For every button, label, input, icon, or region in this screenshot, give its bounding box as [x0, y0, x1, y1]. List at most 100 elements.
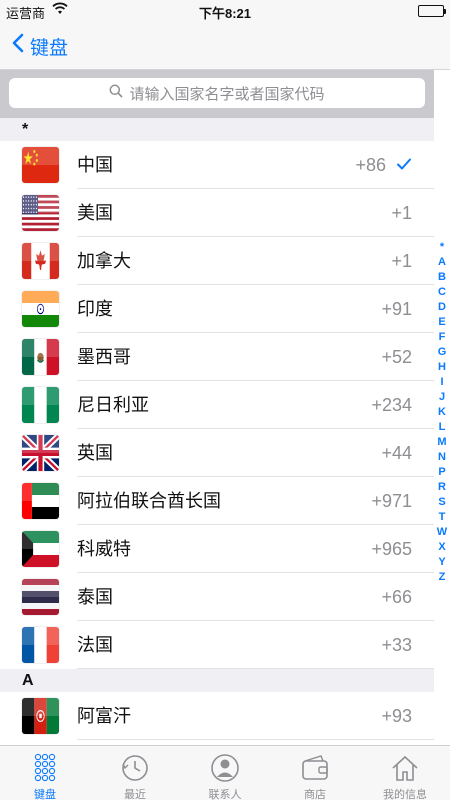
- country-row-uae[interactable]: 阿拉伯联合酋长国 +971: [0, 477, 434, 525]
- search-icon: [109, 84, 124, 102]
- kuwait-flag-icon: [22, 531, 59, 567]
- index-letter[interactable]: K: [438, 405, 446, 420]
- country-name: 泰国: [77, 587, 113, 607]
- section-header: A: [0, 669, 434, 692]
- tab-label: 我的信息: [383, 789, 427, 800]
- index-letter[interactable]: Z: [439, 570, 446, 585]
- section-header: *: [0, 118, 434, 141]
- tab-clock[interactable]: 最近: [90, 746, 180, 800]
- back-label: 键盘: [30, 37, 69, 59]
- search-input[interactable]: 请输入国家名字或者国家代码: [9, 78, 425, 108]
- country-row-uk[interactable]: 英国 +44: [0, 429, 434, 477]
- index-letter[interactable]: G: [438, 345, 447, 360]
- thailand-flag-icon: [22, 579, 59, 615]
- nigeria-flag-icon: [22, 387, 59, 423]
- tab-label: 最近: [124, 789, 146, 800]
- index-letter[interactable]: M: [437, 435, 446, 450]
- country-row-mexico[interactable]: 墨西哥 +52: [0, 333, 434, 381]
- country-code: +93: [381, 706, 412, 726]
- index-letter[interactable]: F: [439, 330, 446, 345]
- index-letter[interactable]: I: [440, 375, 443, 390]
- country-row-canada[interactable]: 加拿大 +1: [0, 237, 434, 285]
- index-letter[interactable]: D: [438, 300, 446, 315]
- country-row-usa[interactable]: 美国 +1: [0, 189, 434, 237]
- contact-icon: [209, 752, 241, 784]
- index-letter[interactable]: P: [438, 465, 445, 480]
- country-name: 墨西哥: [77, 347, 131, 367]
- index-letter[interactable]: *: [440, 240, 444, 255]
- country-code: +1: [391, 251, 412, 271]
- index-letter[interactable]: T: [439, 510, 446, 525]
- country-name: 科威特: [77, 539, 131, 559]
- country-code: +91: [381, 299, 412, 319]
- status-bar: 运营商 下午8:21: [0, 0, 450, 22]
- index-letter[interactable]: N: [438, 450, 446, 465]
- country-code: +1: [391, 203, 412, 223]
- uk-flag-icon: [22, 435, 59, 471]
- china-flag-icon: [22, 147, 59, 183]
- index-letter[interactable]: X: [438, 540, 445, 555]
- index-letter[interactable]: Y: [438, 555, 445, 570]
- index-letter[interactable]: E: [438, 315, 445, 330]
- chevron-left-icon: [12, 33, 24, 59]
- country-row-thailand[interactable]: 泰国 +66: [0, 573, 434, 621]
- country-row-china[interactable]: 中国 +86: [0, 141, 434, 189]
- country-list[interactable]: * 中国 +86 美国 +1 加拿大 +1 印度 +91 墨西哥 +52 尼日利亚 +234 英国 +44 阿…: [0, 118, 434, 745]
- country-name: 阿拉伯联合酋长国: [77, 491, 221, 511]
- country-name: 美国: [77, 203, 113, 223]
- status-time: 下午8:21: [198, 6, 252, 21]
- country-row-india[interactable]: 印度 +91: [0, 285, 434, 333]
- search-placeholder: 请输入国家名字或者国家代码: [129, 85, 325, 103]
- tab-wallet[interactable]: 商店: [270, 746, 360, 800]
- index-letter[interactable]: R: [438, 480, 446, 495]
- search-bar: 请输入国家名字或者国家代码: [0, 70, 434, 118]
- mexico-flag-icon: [22, 339, 59, 375]
- tab-keypad[interactable]: 键盘: [0, 746, 90, 800]
- country-row-afghanistan[interactable]: 阿富汗 +93: [0, 692, 434, 740]
- tab-label: 联系人: [208, 789, 242, 800]
- country-code: +234: [371, 395, 412, 415]
- country-row-nigeria[interactable]: 尼日利亚 +234: [0, 381, 434, 429]
- section-index-bar[interactable]: * A B C D E F G H I J K L M N P R S T W X Y Z: [434, 240, 450, 585]
- country-name: 加拿大: [77, 251, 131, 271]
- uae-flag-icon: [22, 483, 59, 519]
- index-letter[interactable]: J: [439, 390, 445, 405]
- wallet-icon: [299, 752, 331, 784]
- tab-label: 键盘: [34, 789, 56, 800]
- index-letter[interactable]: S: [438, 495, 445, 510]
- canada-flag-icon: [22, 243, 59, 279]
- keypad-icon: [29, 752, 61, 784]
- country-code: +52: [381, 347, 412, 367]
- tab-bar: 键盘 最近 联系人 商店 我的信息: [0, 745, 450, 800]
- country-code: +33: [381, 635, 412, 655]
- country-code: +66: [381, 587, 412, 607]
- index-letter[interactable]: C: [438, 285, 446, 300]
- country-name: 阿富汗: [77, 706, 131, 726]
- index-letter[interactable]: A: [438, 255, 446, 270]
- france-flag-icon: [22, 627, 59, 663]
- index-letter[interactable]: B: [438, 270, 446, 285]
- index-letter[interactable]: L: [439, 420, 446, 435]
- country-code: +44: [381, 443, 412, 463]
- battery-icon: [418, 5, 446, 17]
- country-name: 法国: [77, 635, 113, 655]
- country-name: 尼日利亚: [77, 395, 149, 415]
- country-code: +971: [371, 491, 412, 511]
- back-button[interactable]: 键盘: [12, 32, 68, 60]
- checkmark-icon: [396, 156, 412, 172]
- tab-contact[interactable]: 联系人: [180, 746, 270, 800]
- home-icon: [389, 752, 421, 784]
- country-name: 英国: [77, 443, 113, 463]
- country-row-france[interactable]: 法国 +33: [0, 621, 434, 669]
- tab-label: 商店: [304, 789, 326, 800]
- country-code: +86: [355, 155, 386, 175]
- country-name: 中国: [77, 155, 113, 175]
- country-code: +965: [371, 539, 412, 559]
- country-row-kuwait[interactable]: 科威特 +965: [0, 525, 434, 573]
- tab-home[interactable]: 我的信息: [360, 746, 450, 800]
- navigation-bar: 键盘: [0, 22, 450, 70]
- india-flag-icon: [22, 291, 59, 327]
- afghanistan-flag-icon: [22, 698, 59, 734]
- index-letter[interactable]: H: [438, 360, 446, 375]
- index-letter[interactable]: W: [437, 525, 447, 540]
